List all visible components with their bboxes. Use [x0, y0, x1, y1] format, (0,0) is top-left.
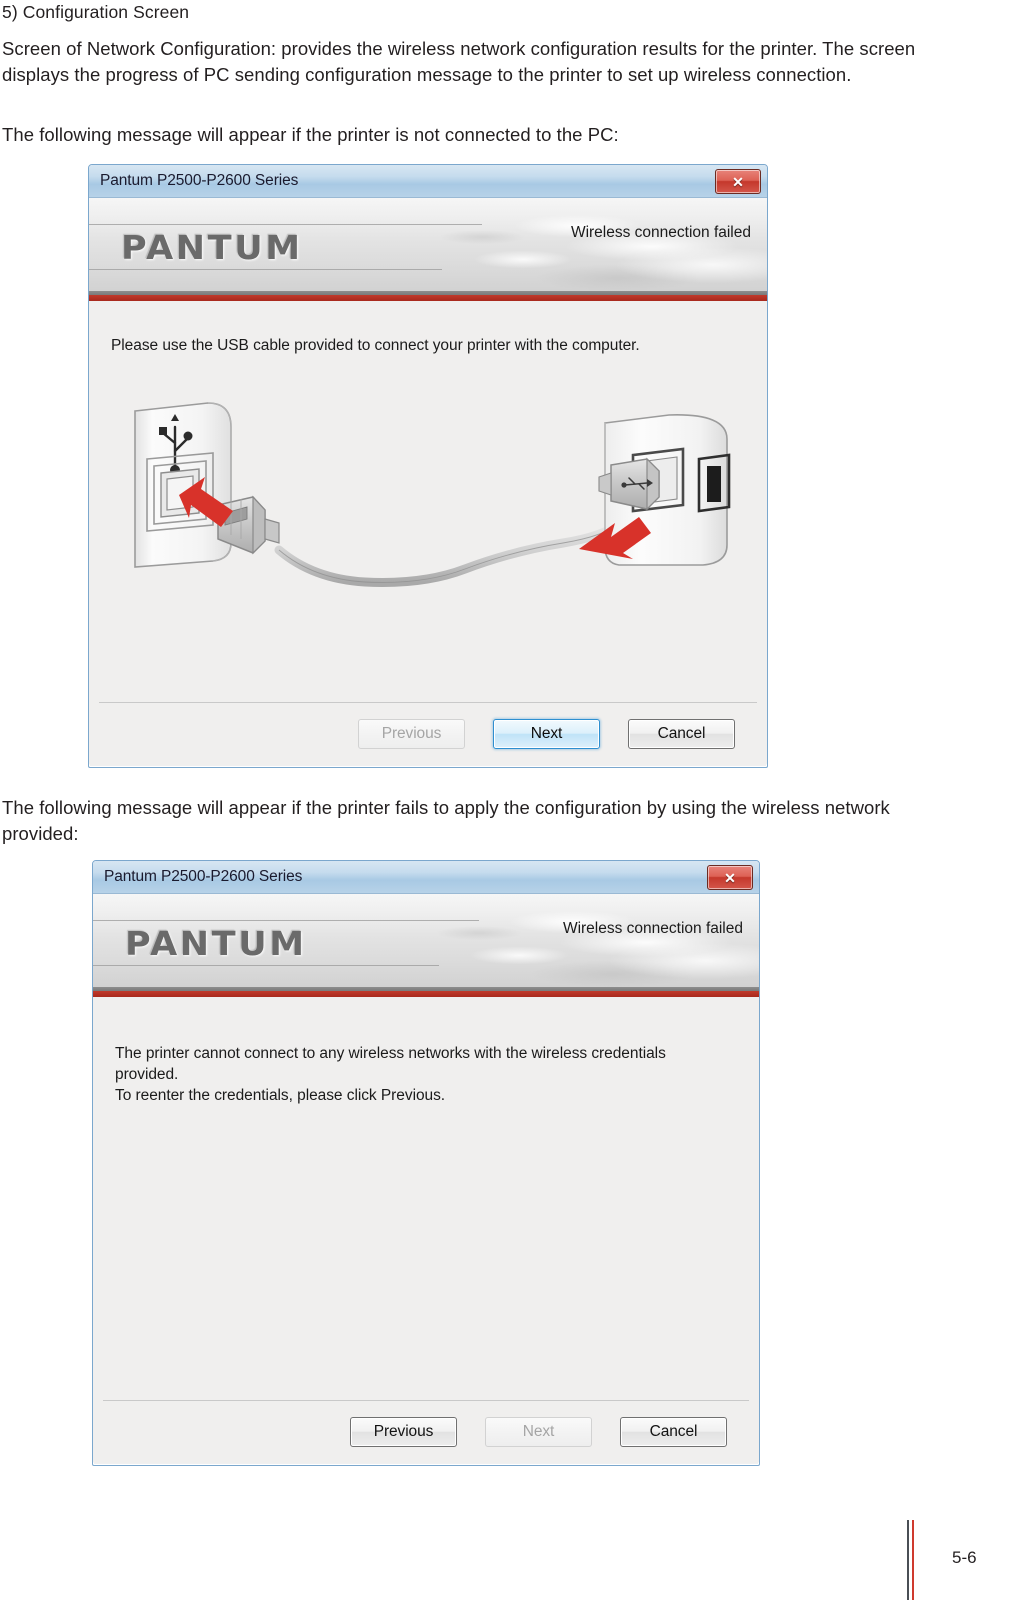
dialog-1-status-text: Wireless connection failed — [570, 224, 751, 241]
pantum-wireless-failed-dialog-credentials: Pantum P2500-P2600 Series ✕ PANTUM Wirel… — [92, 860, 760, 1466]
usb-cable-connection-diagram — [113, 373, 745, 588]
cancel-button[interactable]: Cancel — [620, 1417, 727, 1447]
dialog-2-button-row: Previous Next Cancel — [93, 1401, 759, 1463]
pantum-logo: PANTUM — [121, 228, 303, 267]
next-button[interactable]: Next — [485, 1417, 592, 1447]
dialog-2-title: Pantum P2500-P2600 Series — [104, 868, 303, 885]
close-icon[interactable]: ✕ — [707, 865, 753, 890]
page-number: 5-6 — [952, 1548, 977, 1567]
page-heading: 5) Configuration Screen — [2, 2, 190, 22]
dialog-1-body: Please use the USB cable provided to con… — [89, 301, 767, 703]
previous-button[interactable]: Previous — [350, 1417, 457, 1447]
close-icon[interactable]: ✕ — [715, 169, 761, 194]
dialog-1-brand-banner: PANTUM Wireless connection failed — [89, 198, 767, 291]
dialog-1-button-row: Previous Next Cancel — [89, 703, 767, 765]
document-page: 5) Configuration Screen Screen of Networ… — [0, 0, 1014, 1604]
close-icon-glyph: ✕ — [724, 869, 736, 886]
next-button[interactable]: Next — [493, 719, 600, 749]
printer-device-left — [134, 402, 232, 568]
dialog-1-title: Pantum P2500-P2600 Series — [100, 172, 299, 189]
pantum-wireless-failed-dialog-usb: Pantum P2500-P2600 Series ✕ PANTUM Wirel… — [88, 164, 768, 768]
banner-rule-bottom — [89, 269, 442, 270]
dialog-1-message: Please use the USB cable provided to con… — [111, 337, 640, 354]
footer-rule-red — [912, 1520, 914, 1600]
banner-rule-top — [93, 920, 480, 921]
dialog-2-message: The printer cannot connect to any wirele… — [115, 1045, 666, 1104]
dialog-2-caption: The following message will appear if the… — [2, 797, 890, 844]
banner-rule-bottom — [93, 965, 440, 966]
close-icon-glyph: ✕ — [732, 173, 744, 190]
usb-cable — [274, 518, 624, 587]
dialog-2-body: The printer cannot connect to any wirele… — [93, 997, 759, 1401]
dialog-1-caption: The following message will appear if the… — [2, 124, 619, 145]
previous-button[interactable]: Previous — [358, 719, 465, 749]
page-footer: 5-6 — [0, 1512, 1014, 1604]
footer-rule-dark — [907, 1520, 909, 1600]
banner-rule-top — [89, 224, 483, 225]
dialog-2-brand-banner: PANTUM Wireless connection failed — [93, 894, 759, 987]
cancel-button[interactable]: Cancel — [628, 719, 735, 749]
dialog-2-status-text: Wireless connection failed — [562, 920, 743, 937]
pantum-logo: PANTUM — [125, 924, 307, 963]
dialog-2-titlebar: Pantum P2500-P2600 Series ✕ — [93, 861, 759, 894]
intro-paragraph: Screen of Network Configuration: provide… — [2, 38, 916, 85]
dialog-1-titlebar: Pantum P2500-P2600 Series ✕ — [89, 165, 767, 198]
